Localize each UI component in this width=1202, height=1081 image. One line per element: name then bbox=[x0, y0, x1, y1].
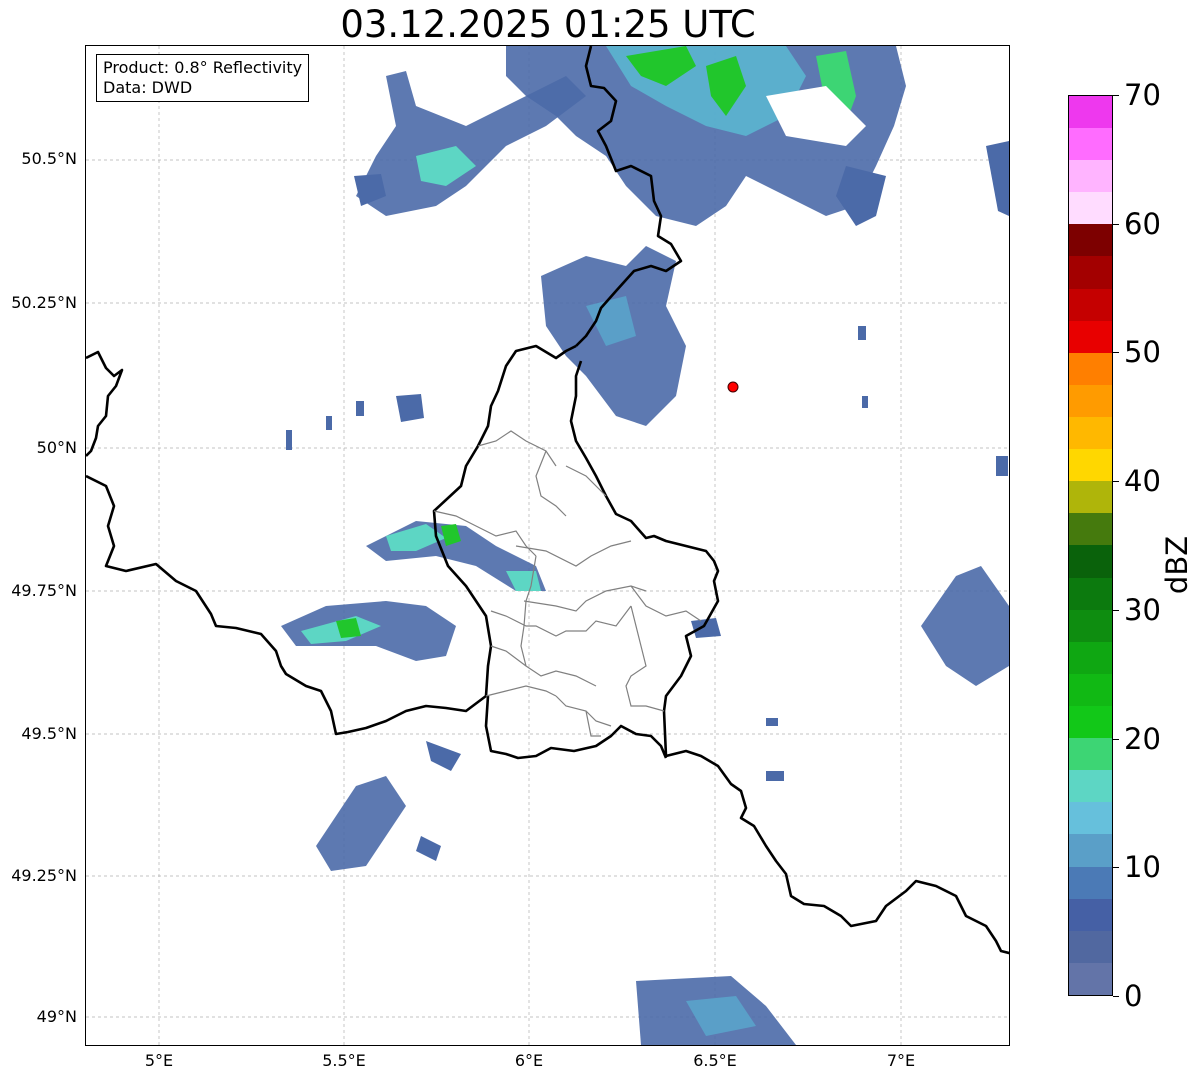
colorbar-segment bbox=[1069, 128, 1112, 161]
colorbar-title: dBZ bbox=[1160, 535, 1194, 595]
colorbar-segment bbox=[1069, 417, 1112, 450]
colorbar-segment bbox=[1069, 673, 1112, 707]
product-info-box: Product: 0.8° Reflectivity Data: DWD bbox=[96, 54, 310, 102]
lon-tick-label: 7°E bbox=[886, 1051, 916, 1070]
lat-tick-label: 49.25°N bbox=[11, 866, 77, 885]
colorbar-segment bbox=[1069, 834, 1112, 867]
colorbar-segment bbox=[1069, 738, 1112, 771]
colorbar-segment bbox=[1069, 641, 1112, 674]
radar-map[interactable] bbox=[85, 45, 1010, 1046]
radar-map-canvas bbox=[86, 46, 1009, 1045]
colorbar-segment bbox=[1069, 866, 1112, 899]
colorbar-segment bbox=[1069, 706, 1112, 739]
colorbar-tick-mark bbox=[1113, 996, 1119, 997]
colorbar-segment bbox=[1069, 802, 1112, 835]
colorbar-segment bbox=[1069, 288, 1112, 321]
lat-tick-label: 49.75°N bbox=[11, 581, 77, 600]
colorbar-tick-label: 40 bbox=[1124, 464, 1161, 499]
product-label: Product: 0.8° Reflectivity bbox=[103, 58, 303, 77]
colorbar-tick-mark bbox=[1113, 223, 1119, 225]
colorbar-tick-mark bbox=[1113, 95, 1119, 96]
colorbar-tick-label: 0 bbox=[1124, 979, 1143, 1013]
colorbar-tick-label: 60 bbox=[1124, 206, 1161, 241]
colorbar-segment bbox=[1069, 545, 1112, 578]
data-source-label: Data: DWD bbox=[103, 78, 193, 97]
colorbar-segment bbox=[1069, 577, 1112, 610]
colorbar bbox=[1068, 95, 1113, 996]
colorbar-tick-label: 30 bbox=[1124, 592, 1161, 627]
radar-site-marker[interactable] bbox=[727, 381, 739, 393]
colorbar-segment bbox=[1069, 770, 1112, 803]
lon-tick-label: 5°E bbox=[144, 1051, 174, 1070]
lat-tick-label: 49.5°N bbox=[21, 724, 77, 743]
colorbar-tick-label: 10 bbox=[1124, 850, 1161, 885]
lon-tick-label: 6°E bbox=[514, 1051, 544, 1070]
colorbar-segment bbox=[1069, 192, 1112, 225]
lon-tick-label: 6.5°E bbox=[693, 1051, 737, 1070]
colorbar-segment bbox=[1069, 320, 1112, 353]
colorbar-segment bbox=[1069, 898, 1112, 931]
colorbar-segment bbox=[1069, 449, 1112, 482]
lat-tick-label: 49°N bbox=[36, 1007, 77, 1026]
colorbar-tick-mark bbox=[1113, 609, 1119, 611]
colorbar-segment bbox=[1069, 481, 1112, 514]
lat-tick-label: 50°N bbox=[36, 438, 77, 457]
colorbar-tick-mark bbox=[1113, 352, 1119, 354]
colorbar-segment bbox=[1069, 256, 1112, 289]
colorbar-segment bbox=[1069, 384, 1112, 418]
colorbar-tick-label: 50 bbox=[1124, 335, 1161, 370]
colorbar-tick-mark bbox=[1113, 481, 1119, 483]
map-title: 03.12.2025 01:25 UTC bbox=[340, 3, 756, 46]
colorbar-segment bbox=[1069, 609, 1112, 642]
colorbar-segment bbox=[1069, 352, 1112, 385]
colorbar-segment bbox=[1069, 224, 1112, 257]
colorbar-tick-label: 20 bbox=[1124, 721, 1161, 756]
admin-borders bbox=[433, 430, 702, 737]
lat-tick-label: 50.25°N bbox=[11, 293, 77, 312]
colorbar-segment bbox=[1069, 513, 1112, 546]
colorbar-tick-mark bbox=[1113, 867, 1119, 869]
colorbar-tick-label: 70 bbox=[1124, 78, 1161, 112]
lat-tick-label: 50.5°N bbox=[21, 149, 77, 168]
colorbar-segment bbox=[1069, 95, 1112, 129]
colorbar-tick-mark bbox=[1113, 738, 1119, 740]
colorbar-segment bbox=[1069, 160, 1112, 193]
colorbar-segment bbox=[1069, 930, 1112, 963]
colorbar-segment bbox=[1069, 962, 1112, 995]
lon-tick-label: 5.5°E bbox=[322, 1051, 366, 1070]
